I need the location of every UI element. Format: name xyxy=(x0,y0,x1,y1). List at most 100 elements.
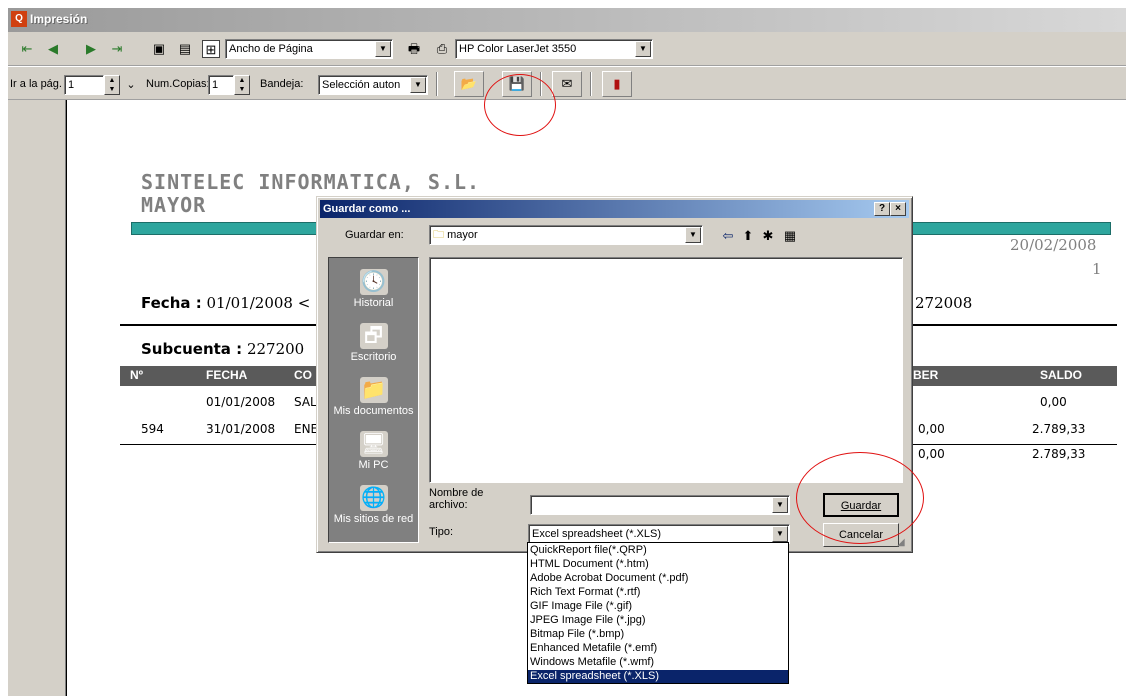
window-title: Impresión xyxy=(30,12,88,26)
copies-input[interactable]: 1 xyxy=(208,75,234,95)
place-label: Historial xyxy=(353,297,394,309)
chevron-down-icon[interactable]: ▼ xyxy=(635,41,651,57)
resize-grip-icon[interactable]: ◢ xyxy=(897,537,905,548)
cell-fecha: 01/01/2008 xyxy=(206,395,276,409)
printer-select[interactable]: HP Color LaserJet 3550 ▼ xyxy=(455,39,653,59)
copies-spinner[interactable]: ▲ ▼ xyxy=(234,75,250,95)
save-in-select[interactable]: 🗀 mayor ▼ xyxy=(429,225,703,245)
printer-select-value: HP Color LaserJet 3550 xyxy=(459,43,577,55)
separator xyxy=(590,72,592,96)
close-button[interactable]: × xyxy=(890,202,906,216)
place-label: Mis sitios de red xyxy=(333,513,414,525)
type-select[interactable]: Excel spreadsheet (*.XLS) ▼ xyxy=(528,524,790,544)
type-option[interactable]: Rich Text Format (*.rtf) xyxy=(528,586,788,599)
filename-input[interactable]: ▼ xyxy=(530,495,790,515)
app-icon: Q xyxy=(11,11,27,27)
type-option[interactable]: Enhanced Metafile (*.emf) xyxy=(528,642,788,655)
subcuenta-label: Subcuenta : xyxy=(141,340,243,358)
chevron-down-icon[interactable]: ▼ xyxy=(772,526,788,542)
exit-button[interactable]: ▮ xyxy=(602,71,632,97)
history-icon: 🕓 xyxy=(359,269,388,295)
page-spinner[interactable]: ▲ ▼ xyxy=(104,75,120,95)
options-toolbar: Ir a la pág. 1 ▲ ▼ ⌄ Num.Copias: 1 ▲ ▼ Ban… xyxy=(8,66,1126,100)
places-bar: 🕓 Historial 🗗 Escritorio 📁 Mis documento… xyxy=(328,257,419,543)
chevron-down-icon[interactable]: ▼ xyxy=(375,41,391,57)
page-label: Ir a la pág. xyxy=(10,78,62,90)
printer-icon[interactable]: ⎙ xyxy=(433,40,451,58)
place-history[interactable]: 🕓 Historial xyxy=(329,266,418,322)
column-header: FECHA xyxy=(206,368,248,382)
column-header: BER xyxy=(913,368,939,382)
chevron-down-icon[interactable]: ▼ xyxy=(410,77,426,93)
place-desktop[interactable]: 🗗 Escritorio xyxy=(329,320,418,376)
report-company: SINTELEC INFORMATICA, S.L. xyxy=(141,170,481,194)
dialog-title: Guardar como ... xyxy=(323,203,411,215)
print-setup-icon[interactable]: 🖶 xyxy=(405,40,423,58)
type-option[interactable]: Windows Metafile (*.wmf) xyxy=(528,656,788,669)
cell-haber: 0,00 xyxy=(918,422,945,436)
type-option[interactable]: GIF Image File (*.gif) xyxy=(528,600,788,613)
open-file-button[interactable]: 📂 xyxy=(454,71,484,97)
type-dropdown-list[interactable]: QuickReport file(*.QRP) HTML Document (*… xyxy=(527,542,789,684)
view-menu-icon[interactable]: ▦ xyxy=(781,227,799,245)
type-option[interactable]: JPEG Image File (*.jpg) xyxy=(528,614,788,627)
network-places-icon: 🌐 xyxy=(359,485,388,511)
my-documents-icon: 📁 xyxy=(359,377,388,403)
my-computer-icon: 🖥 xyxy=(359,431,388,457)
type-option[interactable]: HTML Document (*.htm) xyxy=(528,558,788,571)
place-label: Mis documentos xyxy=(333,405,414,417)
single-page-icon[interactable]: ▣ xyxy=(150,40,168,58)
cell-fecha: 31/01/2008 xyxy=(206,422,276,436)
preview-margin xyxy=(8,100,66,696)
save-in-value: mayor xyxy=(447,229,478,241)
zoom-icon[interactable]: ⊞ xyxy=(202,40,220,58)
type-option[interactable]: Bitmap File (*.bmp) xyxy=(528,628,788,641)
place-network[interactable]: 🌐 Mis sitios de red xyxy=(329,482,418,538)
page-input-value: 1 xyxy=(68,79,75,91)
place-label: Escritorio xyxy=(350,351,397,363)
place-label: Mi PC xyxy=(358,459,389,471)
new-folder-icon[interactable]: ✱ xyxy=(759,227,777,245)
type-option[interactable]: Adobe Acrobat Document (*.pdf) xyxy=(528,572,788,585)
chevron-down-icon[interactable]: ▼ xyxy=(685,227,701,243)
envelope-icon: ✉ xyxy=(561,76,573,91)
page-input[interactable]: 1 xyxy=(64,75,104,95)
type-option-selected[interactable]: Excel spreadsheet (*.XLS) xyxy=(528,670,788,683)
file-list[interactable] xyxy=(429,257,903,483)
chevron-down-icon[interactable]: ▼ xyxy=(772,497,788,513)
type-option[interactable]: QuickReport file(*.QRP) xyxy=(528,544,788,557)
open-folder-icon: 📂 xyxy=(460,76,478,91)
help-button[interactable]: ? xyxy=(874,202,890,216)
zoom-select[interactable]: Ancho de Página ▼ xyxy=(225,39,393,59)
cell-saldo: 0,00 xyxy=(1040,395,1067,409)
report-subaccount: Subcuenta : 227200 xyxy=(141,340,304,358)
place-my-computer[interactable]: 🖥 Mi PC xyxy=(329,428,418,484)
last-page-icon[interactable]: ⇥ xyxy=(108,40,126,58)
up-folder-icon[interactable]: ⬆ xyxy=(739,227,757,245)
report-date-range: Fecha : 01/01/2008 < xyxy=(141,294,310,312)
folder-icon: 🗀 xyxy=(433,229,444,241)
send-button[interactable]: ✉ xyxy=(552,71,582,97)
back-icon[interactable]: ⇦ xyxy=(719,227,737,245)
report-title: MAYOR xyxy=(141,193,207,217)
cell-num: 594 xyxy=(141,422,164,436)
report-date: 20/02/2008 xyxy=(1010,236,1097,254)
exit-door-icon: ▮ xyxy=(613,76,621,91)
next-page-icon[interactable]: ▶ xyxy=(82,40,100,58)
dialog-title-bar: Guardar como ... ? × xyxy=(320,200,909,218)
subcuenta-value: 227200 xyxy=(246,340,305,358)
tray-select[interactable]: Selección auton ▼ xyxy=(318,75,428,95)
go-page-icon[interactable]: ⌄ xyxy=(122,76,140,94)
annotation-circle xyxy=(796,452,924,544)
column-header: SALDO xyxy=(1040,368,1082,382)
place-my-documents[interactable]: 📁 Mis documentos xyxy=(329,374,418,430)
first-page-icon[interactable]: ⇤ xyxy=(18,40,36,58)
column-header: Nº xyxy=(130,368,144,382)
total-haber: 0,00 xyxy=(918,447,945,461)
total-saldo: 2.789,33 xyxy=(1032,447,1086,461)
copies-label: Num.Copias: xyxy=(146,78,210,90)
report-account-range: 272008 xyxy=(915,294,973,312)
previous-page-icon[interactable]: ◀ xyxy=(44,40,62,58)
page-width-icon[interactable]: ▤ xyxy=(176,40,194,58)
report-page-number: 1 xyxy=(1092,260,1102,278)
